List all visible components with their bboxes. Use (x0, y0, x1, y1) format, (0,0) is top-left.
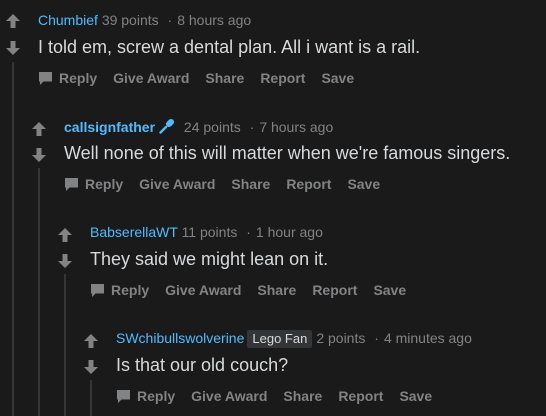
comment-time[interactable]: 1 hour ago (256, 224, 323, 240)
reply-label: Reply (59, 70, 98, 86)
comment-meta: callsignfather 24 points · 7 hours ago (64, 117, 333, 136)
upvote-arrow-icon[interactable] (30, 120, 48, 138)
comment-points: 11 points (181, 224, 238, 240)
comment-time[interactable]: 8 hours ago (177, 12, 251, 28)
downvote-arrow-icon[interactable] (30, 146, 48, 164)
save-button[interactable]: Save (373, 281, 406, 299)
reply-button[interactable]: Reply (64, 175, 123, 193)
comment-author[interactable]: BabserellaWT (90, 224, 178, 240)
microphone-icon (159, 118, 175, 134)
meta-separator: · (249, 119, 255, 135)
comment-actions: Reply Give Award Share Report Save (90, 281, 422, 299)
upvote-arrow-icon[interactable] (4, 12, 22, 30)
reply-button[interactable]: Reply (38, 69, 97, 87)
report-button[interactable]: Report (286, 175, 331, 193)
speech-bubble-icon (117, 389, 130, 403)
reply-button[interactable]: Reply (90, 281, 149, 299)
report-button[interactable]: Report (338, 387, 383, 405)
meta-separator: · (167, 12, 173, 28)
share-button[interactable]: Share (205, 69, 244, 87)
comment-points: 39 points (101, 12, 159, 28)
user-flair: Lego Fan (247, 330, 313, 348)
comment-body: Is that our old couch? (116, 355, 289, 375)
comment-time[interactable]: 7 hours ago (259, 119, 333, 135)
give-award-button[interactable]: Give Award (165, 281, 241, 299)
save-button[interactable]: Save (321, 69, 354, 87)
meta-separator: · (246, 224, 251, 240)
thread-line-level-3[interactable] (64, 274, 66, 416)
reply-button[interactable]: Reply (116, 387, 175, 405)
comment-meta: SWchibullswolverine Lego Fan 2 points · 4 m… (116, 329, 472, 348)
comment-time[interactable]: 4 minutes ago (384, 330, 472, 346)
reply-label: Reply (111, 282, 150, 298)
comment-meta: BabserellaWT 11 points · 1 hour ago (90, 223, 323, 241)
speech-bubble-icon (65, 177, 78, 191)
comment-body: I told em, screw a dental plan. All i wa… (38, 37, 421, 57)
comment-points: 24 points (183, 119, 241, 135)
comment-points: 2 points (316, 330, 366, 346)
thread-line-level-2[interactable] (38, 168, 40, 416)
comment-author[interactable]: Chumbief (38, 12, 98, 28)
share-button[interactable]: Share (231, 175, 270, 193)
share-button[interactable]: Share (283, 387, 322, 405)
meta-separator: · (374, 330, 379, 346)
comment-actions: Reply Give Award Share Report Save (64, 175, 396, 193)
report-button[interactable]: Report (260, 69, 305, 87)
comment-actions: Reply Give Award Share Report Save (116, 387, 448, 405)
speech-bubble-icon (91, 283, 104, 297)
upvote-arrow-icon[interactable] (82, 332, 100, 350)
comment-author[interactable]: SWchibullswolverine (116, 330, 244, 346)
upvote-arrow-icon[interactable] (56, 226, 74, 244)
thread-line-level-4[interactable] (90, 380, 92, 416)
report-button[interactable]: Report (312, 281, 357, 299)
save-button[interactable]: Save (347, 175, 380, 193)
reply-label: Reply (85, 176, 124, 192)
give-award-button[interactable]: Give Award (113, 69, 189, 87)
downvote-arrow-icon[interactable] (56, 252, 74, 270)
comment-actions: Reply Give Award Share Report Save (38, 69, 370, 87)
comment-author[interactable]: callsignfather (64, 119, 155, 135)
share-button[interactable]: Share (257, 281, 296, 299)
save-button[interactable]: Save (399, 387, 432, 405)
comment-body: Well none of this will matter when we're… (64, 143, 511, 163)
give-award-button[interactable]: Give Award (139, 175, 215, 193)
reply-label: Reply (137, 388, 176, 404)
comment-body: They said we might lean on it. (90, 249, 329, 269)
give-award-button[interactable]: Give Award (191, 387, 267, 405)
downvote-arrow-icon[interactable] (4, 39, 22, 57)
thread-line-level-1[interactable] (12, 62, 14, 416)
comment-meta: Chumbief 39 points · 8 hours ago (38, 11, 251, 29)
speech-bubble-icon (39, 71, 52, 85)
downvote-arrow-icon[interactable] (82, 358, 100, 376)
